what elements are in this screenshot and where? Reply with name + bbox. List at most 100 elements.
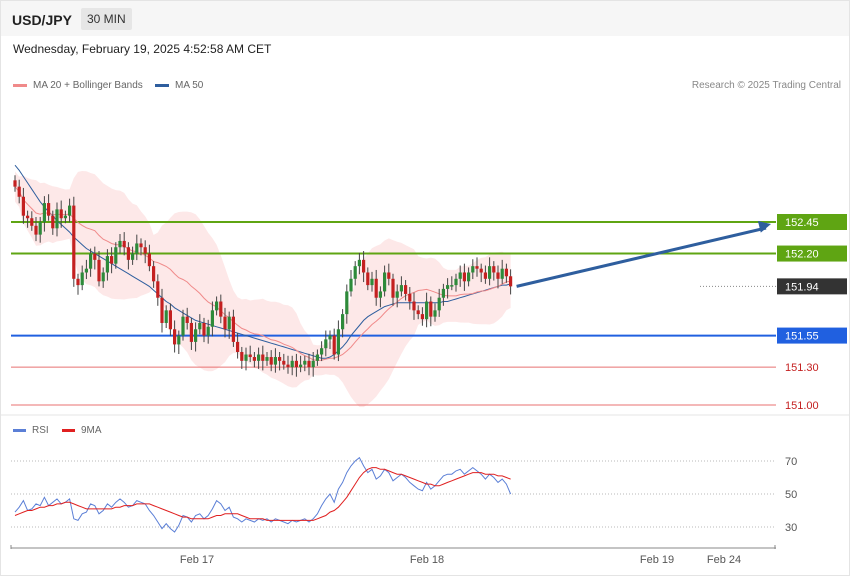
candle-body xyxy=(84,268,88,273)
candle-body xyxy=(227,316,231,330)
candle-body xyxy=(366,272,370,286)
candle-body xyxy=(30,218,34,226)
candle-body xyxy=(500,268,504,279)
candle-body xyxy=(294,360,298,368)
rsi-tick-label: 30 xyxy=(785,522,797,534)
candle-body xyxy=(467,272,471,282)
candle-body xyxy=(202,322,206,336)
candle-body xyxy=(387,272,391,279)
candle-body xyxy=(261,354,265,361)
candle-body xyxy=(416,310,420,315)
candle-body xyxy=(395,291,399,298)
candle-body xyxy=(458,272,462,279)
candle-body xyxy=(383,272,387,292)
candle-body xyxy=(55,209,59,229)
candle-body xyxy=(378,291,382,298)
candle-body xyxy=(252,357,256,361)
candle xyxy=(349,269,353,297)
candle-body xyxy=(437,297,441,311)
candle-body xyxy=(236,341,240,352)
x-tick-label: Feb 18 xyxy=(410,554,444,566)
candle-body xyxy=(286,364,290,368)
bollinger-band xyxy=(15,171,511,408)
candle-body xyxy=(181,316,185,336)
candle-body xyxy=(89,253,93,269)
candle-body xyxy=(38,222,42,235)
candle-body xyxy=(257,354,261,361)
candle-body xyxy=(198,322,202,330)
candle-body xyxy=(63,215,67,219)
candle-body xyxy=(72,205,76,279)
candle-body xyxy=(299,364,303,368)
candle-body xyxy=(454,278,458,286)
rsi-line xyxy=(14,456,512,533)
candle-body xyxy=(492,266,496,273)
candle-body xyxy=(110,256,114,264)
candle-body xyxy=(248,354,252,358)
candle-body xyxy=(101,272,105,282)
candle-body xyxy=(307,360,311,368)
candle-body xyxy=(47,203,51,216)
level-label: 152.20 xyxy=(785,249,819,261)
candle-body xyxy=(240,351,244,361)
candle-body xyxy=(139,243,143,248)
candle-body xyxy=(273,357,277,365)
candle-body xyxy=(315,354,319,361)
candle-body xyxy=(21,196,25,216)
candle xyxy=(72,196,76,287)
candle-body xyxy=(223,316,227,330)
candle-body xyxy=(68,205,72,216)
candle-body xyxy=(357,259,361,267)
candle-body xyxy=(219,301,223,317)
candle-body xyxy=(475,266,479,269)
candle-body xyxy=(80,272,84,286)
candle-body xyxy=(17,186,21,197)
candle-body xyxy=(324,339,328,349)
forecast-arrow-shaft xyxy=(516,226,767,288)
candle-body xyxy=(126,247,130,260)
candle-body xyxy=(479,268,483,273)
candle-body xyxy=(332,335,336,355)
candle-body xyxy=(189,322,193,342)
candle-body xyxy=(122,240,126,248)
candle-body xyxy=(131,253,135,260)
candle-body xyxy=(420,314,424,320)
candle-body xyxy=(446,285,450,289)
x-tick-label: Feb 17 xyxy=(180,554,214,566)
candle-body xyxy=(156,281,160,298)
candle-body xyxy=(231,316,235,342)
rsi-tick-label: 70 xyxy=(785,456,797,468)
candle-body xyxy=(76,278,80,286)
candle-body xyxy=(168,310,172,330)
level-label: 151.00 xyxy=(785,400,819,412)
candle-body xyxy=(59,209,63,219)
candle-body xyxy=(164,310,168,323)
candle-body xyxy=(433,310,437,317)
candle-body xyxy=(404,285,408,294)
candle-body xyxy=(210,310,214,327)
candle-body xyxy=(471,266,475,273)
candle-body xyxy=(412,301,416,311)
candle xyxy=(76,273,80,295)
candle-body xyxy=(51,215,55,229)
candle-body xyxy=(320,348,324,355)
candle-body xyxy=(450,285,454,287)
candle-body xyxy=(399,285,403,292)
candle-body xyxy=(135,243,139,254)
candle-body xyxy=(441,288,445,298)
candle-body xyxy=(290,360,294,368)
x-tick-label: Feb 24 xyxy=(707,554,741,566)
price-chart: 152.45 152.20 151.94 151.55 151.30 151.00 70 5… xyxy=(1,164,849,566)
candle-body xyxy=(173,329,177,345)
candle-body xyxy=(206,326,210,336)
candle-body xyxy=(496,272,500,279)
rsi-tick-label: 50 xyxy=(785,489,797,501)
candle-body xyxy=(34,225,38,235)
candle-body xyxy=(311,360,315,368)
candle-body xyxy=(328,335,332,340)
candle-body xyxy=(105,256,109,273)
candle-body xyxy=(488,266,492,279)
candle-body xyxy=(504,268,508,277)
candle-body xyxy=(353,266,357,279)
candle-body xyxy=(408,293,412,302)
